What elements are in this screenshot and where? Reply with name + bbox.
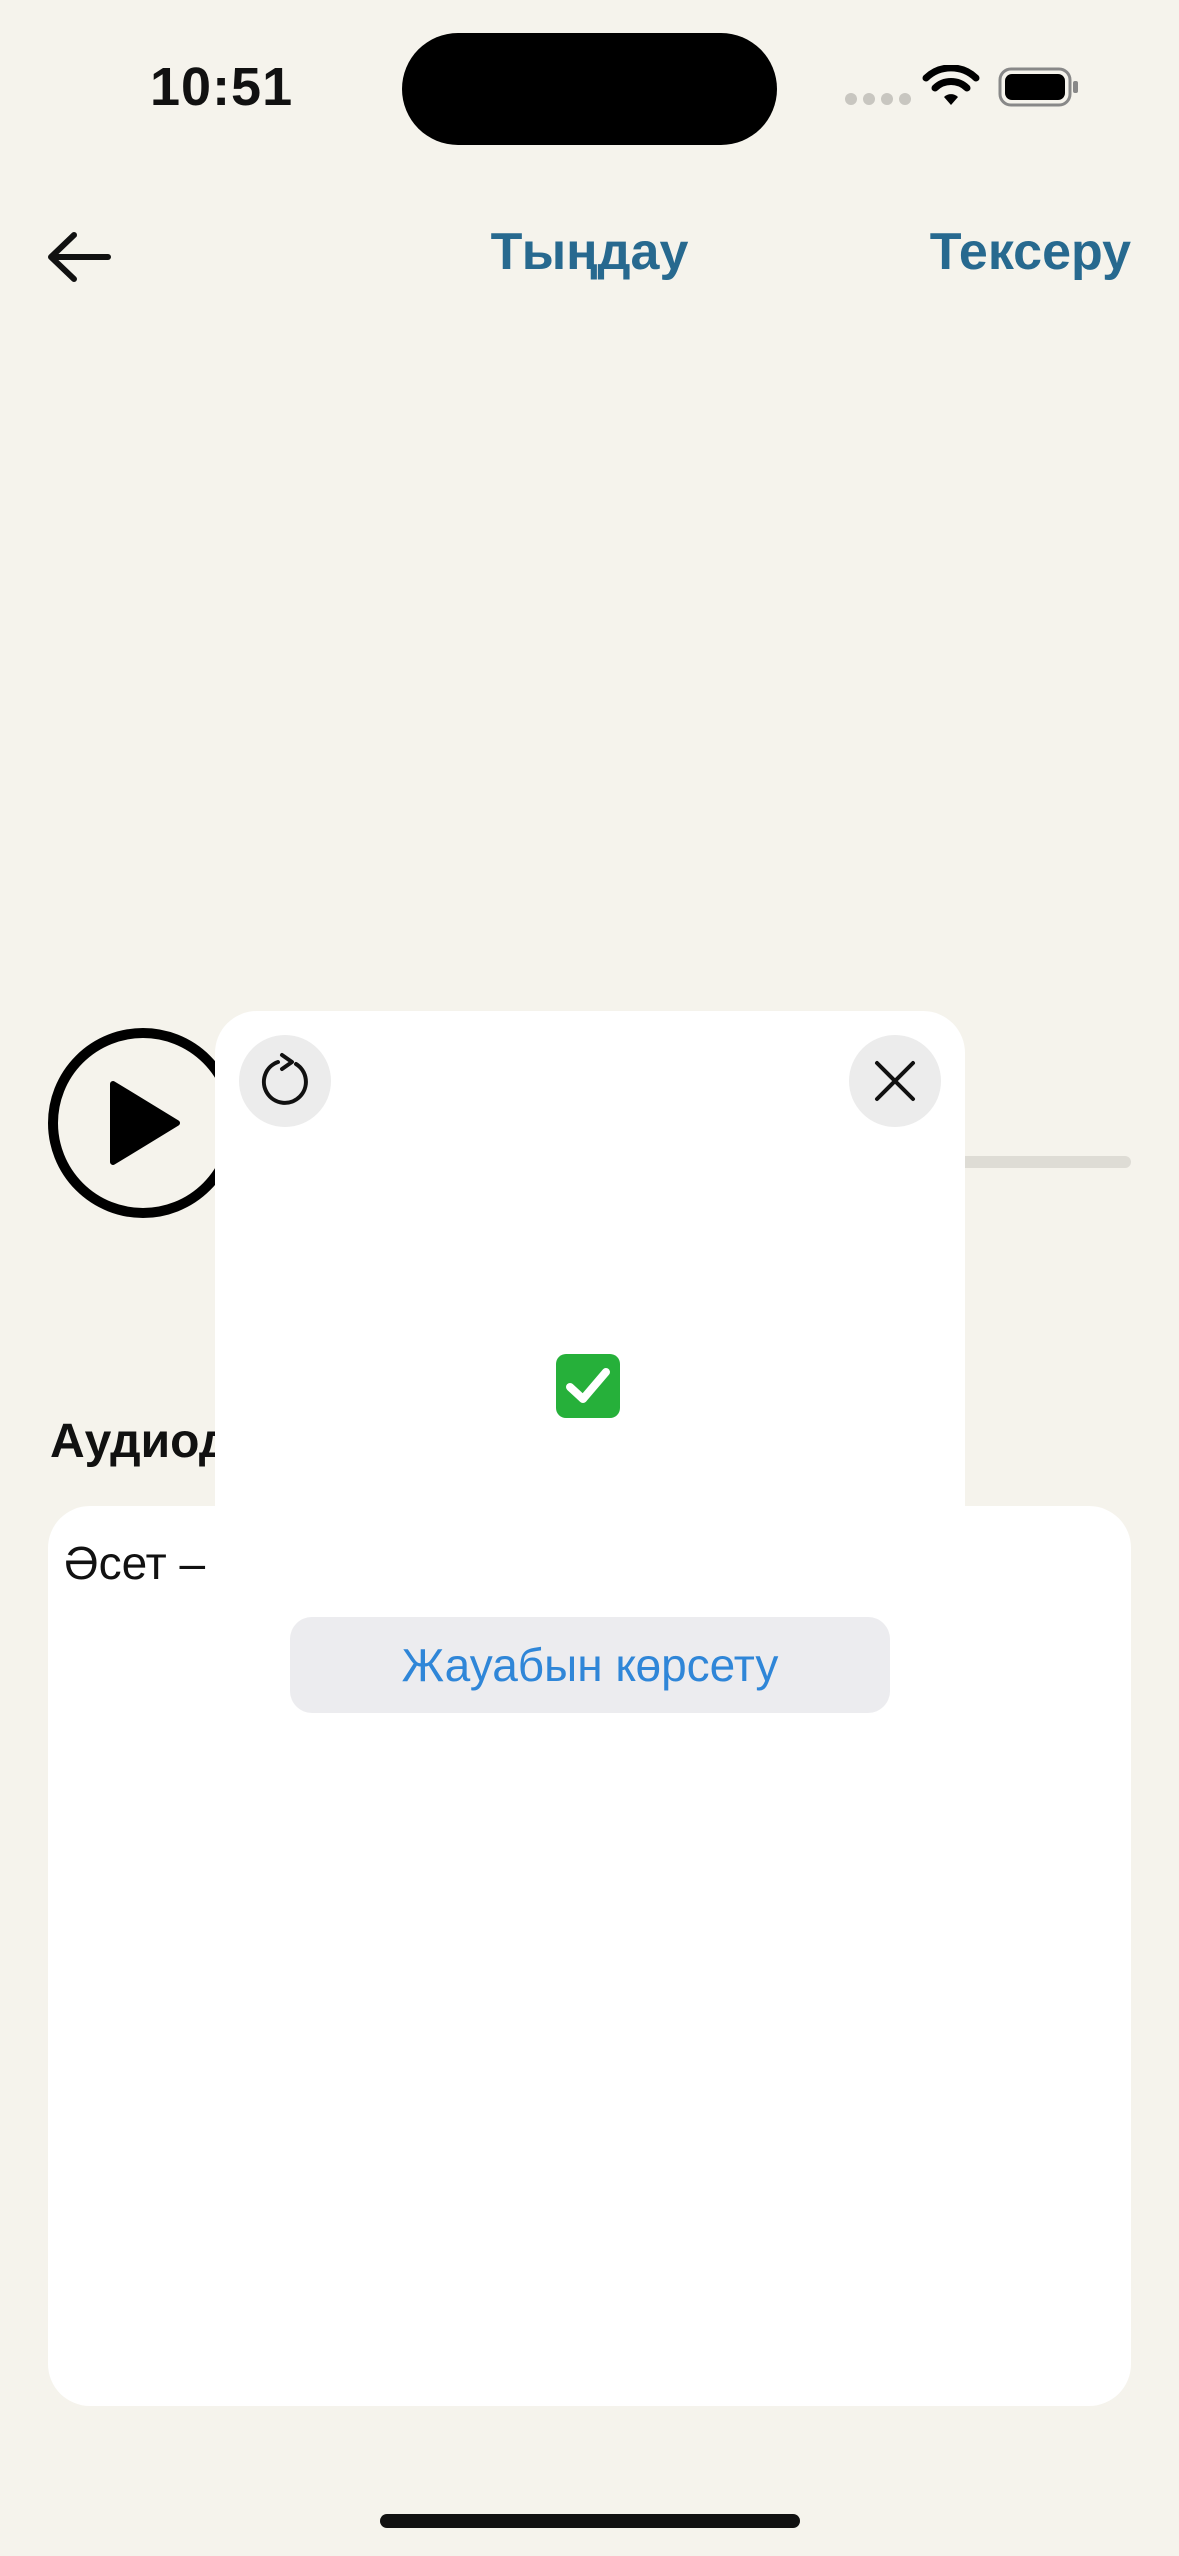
close-button[interactable] [849, 1035, 941, 1127]
dynamic-island [402, 33, 777, 145]
arrow-left-icon [48, 232, 111, 282]
battery-icon [998, 67, 1078, 107]
back-button[interactable] [40, 222, 118, 292]
play-button[interactable] [48, 1028, 238, 1218]
wifi-icon [922, 65, 980, 105]
close-icon [875, 1061, 915, 1101]
home-indicator [380, 2514, 800, 2528]
result-popup [215, 1011, 965, 1508]
show-answer-button[interactable]: Жауабын көрсету [290, 1617, 890, 1713]
check-button[interactable]: Тексеру [930, 222, 1131, 282]
check-mark-button-icon [556, 1354, 620, 1418]
status-time: 10:51 [150, 57, 294, 117]
audio-progress-bar[interactable] [955, 1156, 1131, 1168]
cellular-signal-icon [845, 93, 911, 105]
transcript-text: Әсет – [64, 1537, 206, 1589]
retry-button[interactable] [239, 1035, 331, 1127]
refresh-icon [261, 1053, 308, 1105]
section-title: Аудиод [50, 1415, 230, 1468]
play-icon [110, 1081, 180, 1165]
